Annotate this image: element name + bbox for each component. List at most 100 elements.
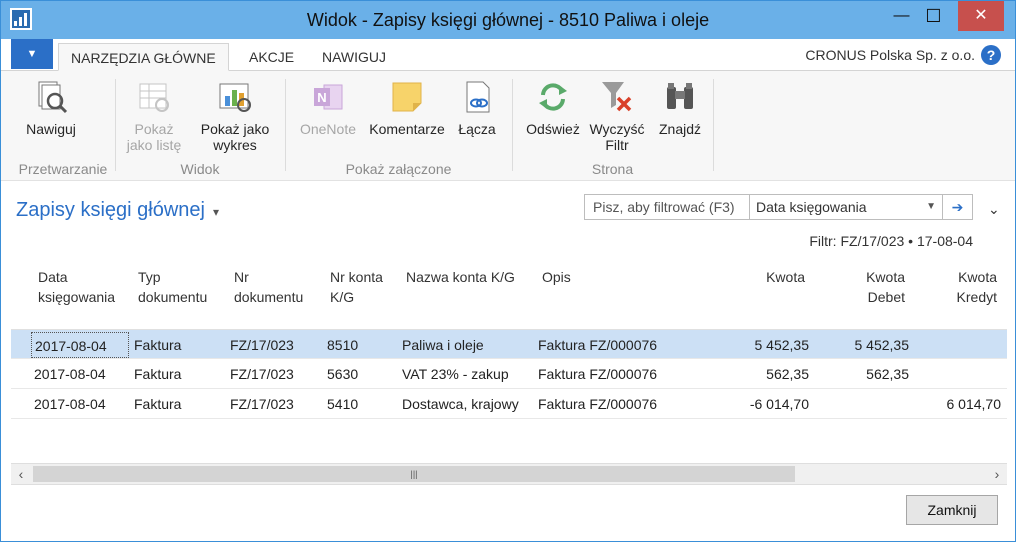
ribbon-separator [285,79,286,171]
col-header-doctype[interactable]: Typ dokumentu [138,267,207,307]
col-header-account[interactable]: Nr konta K/G [330,267,383,307]
cell-credit[interactable]: 6 014,70 [915,389,1002,419]
arrow-right-icon[interactable]: ➔ [942,195,972,219]
table-row[interactable]: 2017-08-04 Faktura FZ/17/023 5630 VAT 23… [11,359,1007,389]
cell-amount[interactable]: -6 014,70 [723,389,809,419]
footer [1,485,1015,541]
col-header-debit-line1: Kwota [866,269,905,285]
horizontal-scrollbar[interactable]: ‹ ||| › [11,463,1007,485]
ribbon-separator [512,79,513,171]
cell-doctype[interactable]: Faktura [134,359,181,389]
refresh-button[interactable]: Odśwież [523,79,583,137]
scrollbar-thumb[interactable]: ||| [33,466,795,482]
cell-description[interactable]: Faktura FZ/000076 [538,389,657,419]
table-row[interactable]: 2017-08-04 Faktura FZ/17/023 5410 Dostaw… [11,389,1007,419]
cell-docno[interactable]: FZ/17/023 [230,359,294,389]
cell-date[interactable]: 2017-08-04 [34,389,106,419]
clear-filter-label-1: Wyczyść [589,121,645,137]
maximize-button[interactable]: ☐ [911,1,956,31]
col-header-doctype-line1: Typ [138,269,161,285]
scroll-left-icon[interactable]: ‹ [11,464,31,484]
dropdown-arrow-icon[interactable]: ▼ [926,195,936,219]
cell-account[interactable]: 5630 [327,359,358,389]
col-header-amount[interactable]: Kwota [723,267,805,287]
comments-icon [392,82,422,112]
links-button[interactable]: Łącza [453,79,501,137]
app-menu-button[interactable]: ▼ [11,39,53,69]
close-button[interactable]: Zamknij [906,495,998,525]
close-window-button[interactable]: ✕ [958,1,1004,31]
page-title-text: Zapisy księgi głównej [16,199,205,221]
chevron-down-icon[interactable]: ▾ [213,205,219,219]
tab-home[interactable]: NARZĘDZIA GŁÓWNE [58,43,229,71]
navigate-button[interactable]: Nawiguj [21,79,81,137]
cell-doctype[interactable]: Faktura [134,330,181,360]
page-title[interactable]: Zapisy księgi głównej ▾ [16,199,219,222]
cell-amount[interactable]: 5 452,35 [723,330,810,360]
refresh-label: Odśwież [526,121,580,137]
ribbon-separator [115,79,116,171]
scroll-right-icon[interactable]: › [987,464,1007,484]
col-header-credit[interactable]: Kwota Kredyt [915,267,997,307]
cell-date[interactable]: 2017-08-04 [31,332,129,358]
show-as-list-label-2: jako listę [126,137,182,153]
show-as-chart-label-1: Pokaż jako [200,121,270,137]
onenote-button[interactable]: N OneNote [295,79,361,137]
col-header-account-name[interactable]: Nazwa konta K/G [406,267,515,287]
col-header-date-line1: Data [38,269,68,285]
links-icon [466,81,490,113]
comments-button[interactable]: Komentarze [365,79,449,137]
chart-icon [219,83,251,112]
navigate-icon [38,81,68,114]
cell-description[interactable]: Faktura FZ/000076 [538,359,657,389]
tab-navigate[interactable]: NAWIGUJ [310,43,398,71]
ribbon-separator [713,79,714,171]
col-header-docno-line2: dokumentu [234,289,304,305]
list-icon [139,83,169,112]
help-icon[interactable]: ? [981,45,1001,65]
col-header-description[interactable]: Opis [542,267,571,287]
tab-actions[interactable]: AKCJE [237,43,306,71]
cell-description[interactable]: Faktura FZ/000076 [538,330,657,360]
cell-account-name[interactable]: Dostawca, krajowy [402,389,519,419]
navigate-label: Nawiguj [26,121,76,137]
comments-label: Komentarze [369,121,445,137]
clear-filter-label-2: Filtr [605,137,629,153]
col-header-docno[interactable]: Nr dokumentu [234,267,303,307]
filter-box: Pisz, aby filtrować (F3) Data księgowani… [584,194,973,220]
find-button[interactable]: Znajdź [655,79,705,137]
cell-account[interactable]: 5410 [327,389,358,419]
title-bar: Widok - Zapisy księgi głównej - 8510 Pal… [1,1,1015,39]
col-header-debit[interactable]: Kwota Debet [823,267,905,307]
group-label-process: Przetwarzanie [18,161,108,177]
cell-docno[interactable]: FZ/17/023 [230,330,294,360]
cell-account[interactable]: 8510 [327,330,358,360]
show-as-list-label-1: Pokaż [134,121,174,137]
cell-debit[interactable]: 5 452,35 [823,330,910,360]
application-window: Widok - Zapisy księgi głównej - 8510 Pal… [0,0,1016,542]
company-name: CRONUS Polska Sp. z o.o. [805,47,975,63]
cell-amount[interactable]: 562,35 [723,359,809,389]
clear-filter-icon [602,82,632,112]
cell-account-name[interactable]: Paliwa i oleje [402,330,484,360]
cell-date[interactable]: 2017-08-04 [34,359,106,389]
cell-account-name[interactable]: VAT 23% - zakup [402,359,509,389]
cell-docno[interactable]: FZ/17/023 [230,389,294,419]
filter-field-select[interactable]: Data księgowania [749,195,943,219]
filter-input[interactable]: Pisz, aby filtrować (F3) [593,195,735,219]
cell-doctype[interactable]: Faktura [134,389,181,419]
links-label: Łącza [458,121,496,137]
col-header-date[interactable]: Data księgowania [38,267,115,307]
clear-filter-button[interactable]: Wyczyść Filtr [587,79,647,153]
show-as-chart-button[interactable]: Pokaż jako wykres [195,79,275,153]
col-header-debit-line2: Debet [867,289,905,305]
refresh-icon [539,83,567,111]
expand-chevron-icon[interactable]: ⌄ [988,201,1000,218]
col-header-docno-line1: Nr [234,269,249,285]
group-label-view: Widok [180,161,220,177]
show-as-list-button[interactable]: Pokaż jako listę [124,79,184,153]
group-label-page: Strona [591,161,634,177]
table-row[interactable]: 2017-08-04 Faktura FZ/17/023 8510 Paliwa… [11,329,1007,359]
col-header-account-line2: K/G [330,289,355,305]
cell-debit[interactable]: 562,35 [823,359,909,389]
